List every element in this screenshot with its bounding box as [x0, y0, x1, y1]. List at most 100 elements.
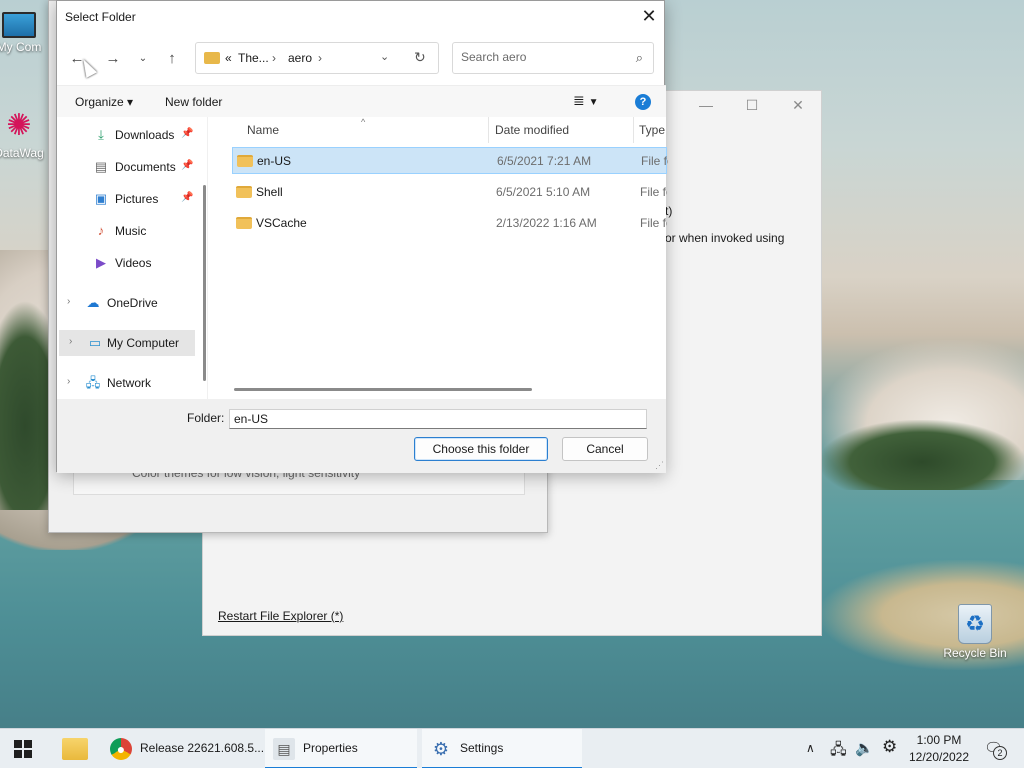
- address-dropdown-icon[interactable]: ⌄: [380, 50, 389, 63]
- file-type: File fo: [640, 216, 667, 230]
- windows-logo-icon: [24, 750, 32, 758]
- pictures-icon: ▣: [94, 191, 108, 206]
- file-type: File fo: [641, 154, 668, 168]
- chrome-icon: ●: [110, 738, 132, 760]
- up-button[interactable]: ↑: [160, 47, 184, 71]
- nav-item-music[interactable]: ♪ Music: [57, 218, 199, 244]
- list-view-icon: ≣: [573, 92, 585, 108]
- file-row-vscache[interactable]: VSCache 2/13/2022 1:16 AM File fo: [232, 210, 667, 237]
- chevron-right-icon[interactable]: ›: [67, 296, 70, 307]
- file-row-shell[interactable]: Shell 6/5/2021 5:10 AM File fo: [232, 179, 667, 206]
- command-bar: Organize ▾ New folder ≣ ▼ ?: [57, 85, 666, 117]
- download-icon: ⤓: [98, 127, 104, 142]
- nav-item-downloads[interactable]: ⤓ Downloads 📌: [57, 122, 199, 148]
- nav-item-label: OneDrive: [107, 296, 158, 310]
- desktop-icon-label: My Com: [0, 40, 42, 54]
- chevron-up-icon[interactable]: ∧: [806, 741, 815, 755]
- organize-label: Organize: [75, 95, 124, 109]
- clock[interactable]: 1:00 PM 12/20/2022: [898, 732, 980, 766]
- computer-icon: [2, 12, 36, 38]
- file-date: 6/5/2021 7:21 AM: [497, 154, 592, 168]
- dialog-title: Select Folder: [65, 10, 136, 24]
- navigation-pane: ⤓ Downloads 📌 ▤ Documents 📌 ▣ Pictures 📌…: [57, 117, 207, 399]
- file-row-en-us[interactable]: en-US 6/5/2021 7:21 AM File fo: [232, 147, 668, 174]
- folder-input[interactable]: [229, 409, 647, 429]
- close-button[interactable]: ✕: [634, 1, 664, 31]
- nav-item-label: Music: [115, 224, 147, 238]
- view-options-button[interactable]: ≣ ▼: [573, 92, 599, 109]
- windows-logo-icon: [24, 740, 32, 748]
- nav-item-label: Network: [107, 376, 152, 390]
- desktop-icon-recycle-bin[interactable]: ♻ Recycle Bin: [938, 604, 1012, 660]
- column-divider[interactable]: [488, 117, 489, 143]
- up-arrow-icon: ↑: [168, 50, 176, 67]
- nav-item-label: Videos: [115, 256, 152, 270]
- nav-item-onedrive[interactable]: › ☁ OneDrive: [57, 290, 199, 316]
- refresh-icon[interactable]: ↻: [414, 49, 426, 66]
- taskbar-item-settings[interactable]: ⚙ Settings: [422, 729, 582, 768]
- recent-locations-button[interactable]: ⌄: [131, 47, 155, 71]
- address-segment[interactable]: aero: [288, 51, 312, 65]
- horizontal-scrollbar[interactable]: [234, 388, 532, 391]
- clock-time: 1:00 PM: [916, 733, 962, 747]
- column-header-name[interactable]: Name: [247, 123, 279, 137]
- column-divider[interactable]: [633, 117, 634, 143]
- taskbar-item-chrome[interactable]: ● Release 22621.608.5...: [102, 729, 264, 768]
- address-bar[interactable]: « The... › aero › ⌄ ↻: [195, 42, 439, 74]
- desktop-icon-label: Recycle Bin: [943, 646, 1007, 660]
- folder-icon: [236, 217, 252, 229]
- taskbar-item-properties[interactable]: ▤ Properties: [265, 729, 417, 768]
- notification-button[interactable]: 🗨 2: [984, 739, 1007, 760]
- vertical-scrollbar[interactable]: [203, 185, 206, 381]
- music-icon: ♪: [97, 223, 105, 238]
- file-type: File fo: [640, 185, 667, 199]
- folder-icon: [237, 155, 253, 167]
- volume-icon[interactable]: 🔈: [855, 739, 874, 757]
- help-icon[interactable]: ?: [635, 94, 651, 110]
- nav-item-videos[interactable]: ▶ Videos: [57, 250, 199, 276]
- file-name: en-US: [257, 154, 292, 168]
- resize-grip-icon[interactable]: ⋰: [655, 460, 664, 471]
- chevron-right-icon[interactable]: ›: [67, 376, 70, 387]
- new-folder-button[interactable]: New folder: [165, 95, 222, 109]
- settings-gear-icon[interactable]: ⚙: [882, 737, 897, 757]
- choose-folder-button[interactable]: Choose this folder: [414, 437, 548, 461]
- organize-button[interactable]: Organize ▾: [75, 95, 133, 109]
- network-icon[interactable]: 🖧: [830, 739, 847, 764]
- nav-item-my-computer[interactable]: › ▭ My Computer: [59, 330, 195, 356]
- file-name: VSCache: [256, 216, 307, 230]
- chevron-right-icon[interactable]: ›: [272, 51, 276, 65]
- nav-item-documents[interactable]: ▤ Documents 📌: [57, 154, 199, 180]
- cancel-button[interactable]: Cancel: [562, 437, 648, 461]
- search-input[interactable]: [461, 50, 621, 64]
- nav-item-pictures[interactable]: ▣ Pictures 📌: [57, 186, 199, 212]
- search-box[interactable]: ⌕: [452, 42, 654, 74]
- address-overflow[interactable]: «: [225, 51, 232, 65]
- taskbar-item-label: Release 22621.608.5...: [140, 741, 265, 755]
- restart-explorer-link[interactable]: Restart File Explorer (*): [218, 609, 343, 623]
- column-header-date[interactable]: Date modified: [495, 123, 569, 137]
- file-explorer-icon[interactable]: [62, 738, 88, 760]
- nav-item-label: My Computer: [107, 336, 180, 350]
- chevron-right-icon[interactable]: ›: [318, 51, 322, 65]
- window-controls: — ☐ ✕: [683, 91, 821, 119]
- chevron-right-icon[interactable]: ›: [69, 336, 72, 347]
- nav-item-label: Pictures: [115, 192, 159, 206]
- close-button[interactable]: ✕: [775, 91, 821, 119]
- navigation-bar: ← → ⌄ ↑ « The... › aero › ⌄ ↻ ⌕: [57, 39, 666, 79]
- nav-item-label: Downloads: [115, 128, 175, 142]
- address-segment[interactable]: The...: [238, 51, 269, 65]
- computer-icon: ▭: [88, 335, 102, 350]
- start-button[interactable]: [14, 740, 32, 758]
- pin-icon: 📌: [181, 160, 194, 171]
- close-icon: ✕: [641, 6, 657, 26]
- column-header-type[interactable]: Type: [639, 123, 665, 137]
- nav-item-network[interactable]: › 🖧 Network: [57, 370, 199, 396]
- forward-button[interactable]: →: [101, 47, 125, 71]
- maximize-button[interactable]: ☐: [729, 91, 775, 119]
- folder-label: Folder:: [187, 411, 225, 425]
- sort-indicator-icon: ^: [361, 117, 366, 127]
- minimize-button[interactable]: —: [683, 91, 729, 119]
- properties-icon: ▤: [273, 738, 295, 760]
- taskbar-item-label: Settings: [460, 741, 504, 755]
